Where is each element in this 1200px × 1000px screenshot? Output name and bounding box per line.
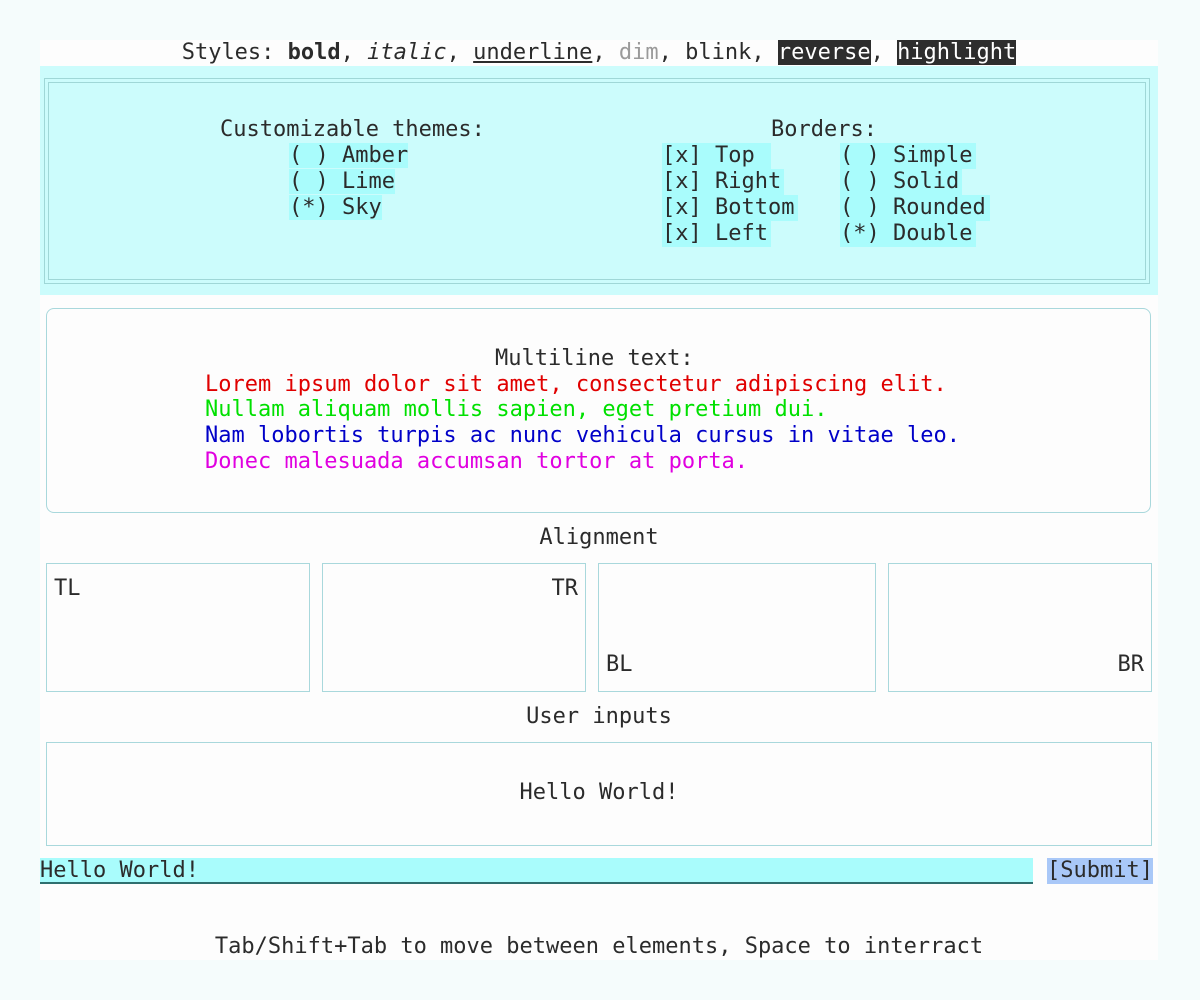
align-box-bottom-left: BL bbox=[598, 563, 876, 692]
multiline-title: Multiline text: bbox=[495, 346, 694, 371]
separator: , bbox=[446, 40, 474, 65]
border-type-solid[interactable]: ( ) Solid bbox=[840, 169, 962, 195]
radio-mark: ( ) bbox=[840, 169, 880, 194]
styles-line: Styles: bold, italic, underline, dim, bl… bbox=[40, 40, 1158, 66]
themes-title: Customizable themes: bbox=[220, 117, 485, 142]
submit-button[interactable]: [Submit] bbox=[1047, 858, 1153, 884]
style-blink: blink bbox=[685, 40, 752, 65]
theme-label: Sky bbox=[342, 195, 382, 220]
border-side-left[interactable]: [x] Left bbox=[662, 221, 771, 247]
border-type-label: Rounded bbox=[893, 195, 986, 220]
checkbox-mark: [x] bbox=[662, 169, 702, 194]
style-highlight: highlight bbox=[897, 40, 1017, 65]
multiline-line-magenta: Donec malesuada accumsan tortor at porta… bbox=[205, 449, 749, 474]
text-input[interactable]: Hello World! bbox=[40, 858, 1033, 884]
border-side-bottom[interactable]: [x] Bottom bbox=[662, 195, 798, 221]
style-italic: italic bbox=[367, 40, 447, 65]
border-type-simple[interactable]: ( ) Simple bbox=[840, 143, 976, 169]
alignment-title: Alignment bbox=[539, 525, 659, 550]
border-side-top[interactable]: [x] Top bbox=[662, 143, 771, 169]
style-reverse: reverse bbox=[777, 40, 871, 65]
radio-mark: ( ) bbox=[289, 143, 329, 168]
checkbox-mark: [x] bbox=[662, 195, 702, 220]
style-dim: dim bbox=[618, 40, 659, 65]
app-window: Styles: bold, italic, underline, dim, bl… bbox=[40, 40, 1158, 960]
align-box-top-right: TR bbox=[322, 563, 586, 692]
radio-mark: ( ) bbox=[840, 195, 880, 220]
align-label-br: BR bbox=[1117, 652, 1145, 677]
align-label-tl: TL bbox=[54, 576, 81, 601]
separator: , bbox=[658, 40, 686, 65]
checkbox-mark: [x] bbox=[662, 221, 702, 246]
align-box-bottom-right: BR bbox=[888, 563, 1152, 692]
inputs-title: User inputs bbox=[526, 704, 672, 729]
border-side-label: Left bbox=[715, 221, 768, 246]
multiline-line-green: Nullam aliquam mollis sapien, eget preti… bbox=[205, 397, 828, 422]
border-side-label: Top bbox=[715, 143, 755, 168]
border-type-rounded[interactable]: ( ) Rounded bbox=[840, 195, 990, 221]
align-label-tr: TR bbox=[551, 576, 579, 601]
separator: , bbox=[870, 40, 898, 65]
radio-mark: ( ) bbox=[840, 143, 880, 168]
border-side-label: Right bbox=[715, 169, 782, 194]
inputs-display-text: Hello World! bbox=[519, 780, 679, 805]
double-border bbox=[44, 78, 1150, 284]
radio-mark: (*) bbox=[840, 221, 880, 246]
border-type-double[interactable]: (*) Double bbox=[840, 221, 976, 247]
align-label-bl: BL bbox=[606, 652, 633, 677]
style-bold: bold bbox=[287, 40, 341, 65]
border-side-label: Bottom bbox=[715, 195, 795, 220]
align-box-top-left: TL bbox=[46, 563, 310, 692]
theme-option-sky[interactable]: (*) Sky bbox=[289, 195, 382, 221]
text-input-value: Hello World! bbox=[40, 858, 199, 883]
double-border-inner bbox=[48, 82, 1146, 280]
styles-prefix: Styles: bbox=[181, 40, 288, 65]
border-type-label: Simple bbox=[893, 143, 973, 168]
inputs-display-box: Hello World! bbox=[46, 742, 1152, 846]
theme-label: Amber bbox=[342, 143, 409, 168]
checkbox-mark: [x] bbox=[662, 143, 702, 168]
separator: , bbox=[340, 40, 368, 65]
border-side-right[interactable]: [x] Right bbox=[662, 169, 784, 195]
radio-mark: ( ) bbox=[289, 169, 329, 194]
borders-title: Borders: bbox=[771, 117, 877, 142]
style-underline: underline bbox=[473, 40, 593, 65]
theme-option-amber[interactable]: ( ) Amber bbox=[289, 143, 409, 169]
border-type-label: Double bbox=[893, 221, 973, 246]
separator: , bbox=[751, 40, 778, 65]
theme-label: Lime bbox=[342, 169, 395, 194]
multiline-line-red: Lorem ipsum dolor sit amet, consectetur … bbox=[205, 372, 947, 397]
border-type-label: Solid bbox=[893, 169, 960, 194]
footer-hint: Tab/Shift+Tab to move between elements, … bbox=[214, 934, 984, 959]
radio-mark: (*) bbox=[289, 195, 329, 220]
settings-panel: Customizable themes: ( ) Amber ( ) Lime … bbox=[40, 66, 1158, 295]
separator: , bbox=[592, 40, 619, 65]
theme-option-lime[interactable]: ( ) Lime bbox=[289, 169, 395, 195]
multiline-line-blue: Nam lobortis turpis ac nunc vehicula cur… bbox=[205, 423, 960, 448]
